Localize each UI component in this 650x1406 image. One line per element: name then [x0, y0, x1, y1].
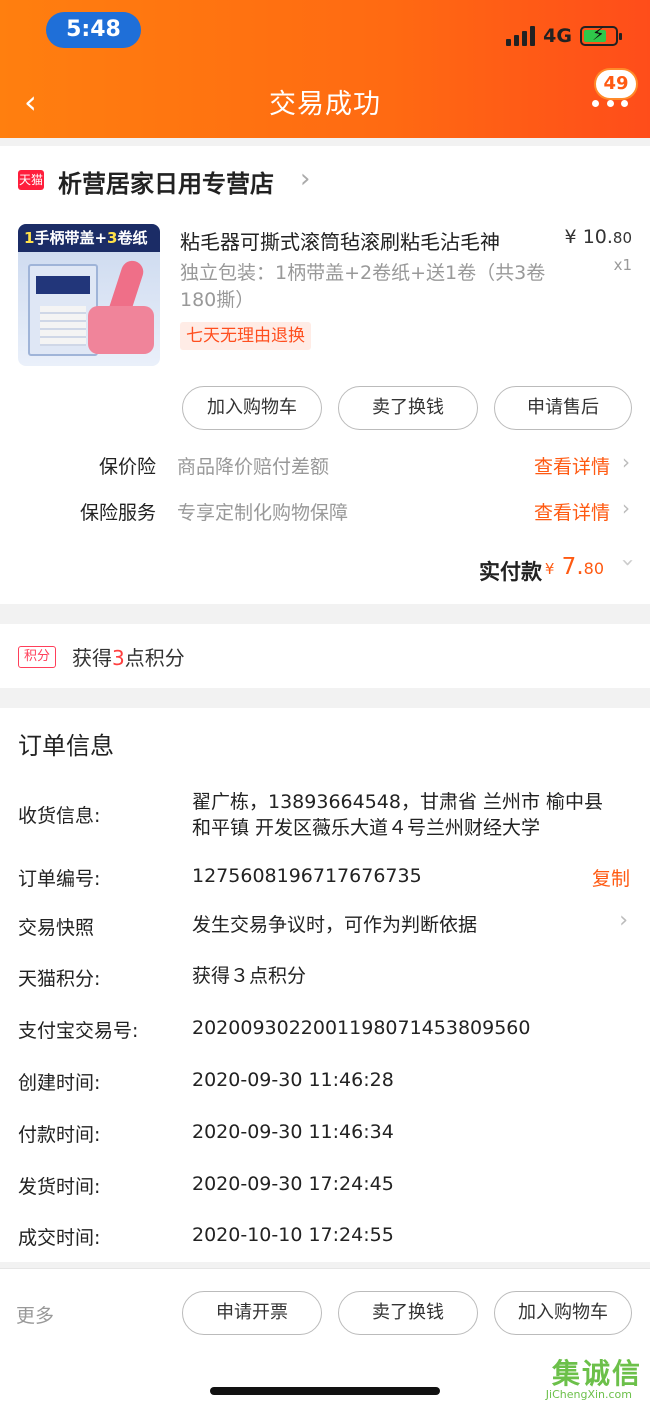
points-earned-text: 获得3点积分: [72, 646, 185, 670]
points-tag: 积分: [18, 646, 56, 668]
paid-time-label: 付款时间:: [18, 1124, 101, 1146]
completed-time-value: 2020-10-10 17:24:55: [192, 1224, 394, 1246]
message-count-badge: 49: [596, 70, 636, 98]
store-order-card: 天猫 析营居家日用专营店 › 1手柄带盖+3卷纸 粘毛器可撕式滚筒毡滚刷粘毛沾毛…: [0, 146, 650, 604]
roller-body-graphic: [88, 306, 154, 354]
add-to-cart-button[interactable]: 加入购物车: [494, 1291, 632, 1335]
product-image[interactable]: 1手柄带盖+3卷纸: [18, 224, 160, 366]
created-time-value: 2020-09-30 11:46:28: [192, 1069, 394, 1091]
signal-icon: [506, 26, 536, 46]
status-time: 5:48: [46, 12, 141, 48]
header-bar: 5:48 4G ⚡ ‹ 交易成功 49: [0, 0, 650, 138]
view-details-link[interactable]: 查看详情: [534, 498, 610, 525]
completed-time-label: 成交时间:: [18, 1227, 101, 1249]
screen: 5:48 4G ⚡ ‹ 交易成功 49 天猫 析营居家日用专营店 › 1手柄带盖…: [0, 0, 650, 1406]
insurance-label: 保价险: [98, 456, 156, 478]
order-info-title: 订单信息: [18, 732, 114, 760]
insurance-desc: 专享定制化购物保障: [177, 502, 349, 524]
resell-button[interactable]: 卖了换钱: [338, 1291, 478, 1335]
watermark-logo: 集诚信 JiChengXin.com: [545, 1357, 642, 1401]
alipay-trade-no-value: 2020093022001198071453809560: [192, 1017, 531, 1039]
paid-time-value: 2020-09-30 11:46:34: [192, 1121, 394, 1143]
created-time-label: 创建时间:: [18, 1072, 101, 1094]
request-invoice-button[interactable]: 申请开票: [182, 1291, 322, 1335]
copy-button[interactable]: 复制: [592, 864, 630, 891]
order-number-value: 1275608196717676735: [192, 865, 422, 887]
insurance-service-row[interactable]: 保险服务 专享定制化购物保障 查看详情 ›: [0, 492, 650, 532]
product-image-banner: 1手柄带盖+3卷纸: [18, 224, 160, 252]
snapshot-value[interactable]: 发生交易争议时，可作为判断依据: [192, 912, 622, 938]
return-policy-tag: 七天无理由退换: [180, 322, 311, 350]
tmall-points-value: 获得３点积分: [192, 965, 307, 987]
chevron-down-icon[interactable]: ›: [615, 558, 640, 567]
page-title: 交易成功: [269, 89, 381, 120]
product-price: ¥ 10.80: [564, 226, 632, 248]
order-number-label: 订单编号:: [18, 868, 101, 890]
chevron-right-icon: ›: [622, 450, 630, 474]
order-info-card: 订单信息 收货信息: 翟广栋，13893664548，甘肃省 兰州市 榆中县 和…: [0, 708, 650, 1262]
paid-amount-label: 实付款: [479, 560, 542, 584]
tmall-logo-icon: 天猫: [18, 170, 44, 190]
insurance-desc: 商品降价赔付差额: [177, 456, 330, 478]
paid-amount-value: ¥ 7.80: [544, 554, 604, 580]
after-sale-button[interactable]: 申请售后: [494, 386, 632, 430]
tmall-points-label: 天猫积分:: [18, 968, 101, 990]
battery-icon: ⚡: [580, 25, 622, 46]
shipped-time-label: 发货时间:: [18, 1176, 101, 1198]
product-title[interactable]: 粘毛器可撕式滚筒毡滚刷粘毛沾毛神: [180, 226, 545, 255]
resell-button[interactable]: 卖了换钱: [338, 386, 478, 430]
snapshot-label[interactable]: 交易快照: [18, 913, 94, 940]
chevron-right-icon[interactable]: ›: [619, 908, 628, 933]
shipping-info-value: 翟广栋，13893664548，甘肃省 兰州市 榆中县 和平镇 开发区薇乐大道４…: [192, 791, 604, 839]
more-button[interactable]: 更多: [16, 1301, 54, 1328]
store-name[interactable]: 析营居家日用专营店: [58, 164, 274, 199]
chevron-right-icon: ›: [622, 496, 630, 520]
alipay-trade-no-label: 支付宝交易号:: [18, 1020, 139, 1042]
points-card: 积分 获得3点积分: [0, 624, 650, 688]
chevron-right-icon[interactable]: ›: [300, 164, 310, 194]
view-details-link[interactable]: 查看详情: [534, 452, 610, 479]
status-indicators: 4G ⚡: [506, 22, 622, 50]
network-type: 4G: [543, 25, 572, 47]
home-indicator[interactable]: [210, 1387, 440, 1395]
shipped-time-value: 2020-09-30 17:24:45: [192, 1173, 394, 1195]
product-quantity: x1: [613, 256, 632, 274]
add-to-cart-button[interactable]: 加入购物车: [182, 386, 322, 430]
insurance-label: 保险服务: [79, 502, 156, 524]
shipping-info-label: 收货信息:: [18, 805, 101, 827]
product-spec: 独立包装：1柄带盖+2卷纸+送1卷（共3卷180撕）: [180, 262, 546, 311]
price-protection-row[interactable]: 保价险 商品降价赔付差额 查看详情 ›: [0, 446, 650, 486]
